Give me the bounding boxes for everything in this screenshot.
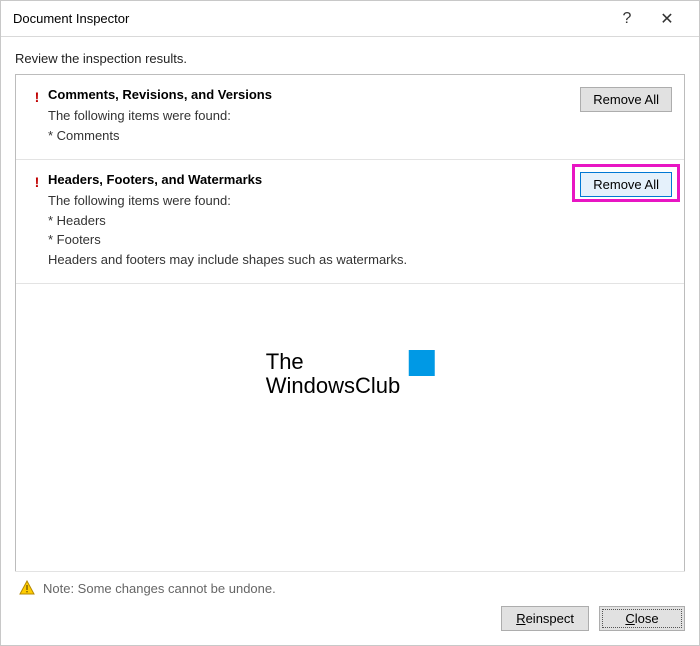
subtitle: Review the inspection results. bbox=[15, 51, 685, 66]
section-item: * Headers bbox=[48, 211, 554, 231]
section-title: Comments, Revisions, and Versions bbox=[48, 87, 554, 102]
footer-note-text: Note: Some changes cannot be undone. bbox=[43, 581, 276, 596]
close-button[interactable]: ✕ bbox=[647, 9, 687, 29]
warning-icon bbox=[19, 580, 35, 596]
results-panel: ! Comments, Revisions, and Versions The … bbox=[15, 74, 685, 571]
watermark: The WindowsClub bbox=[266, 350, 435, 398]
titlebar: Document Inspector ? ✕ bbox=[1, 1, 699, 37]
section-title: Headers, Footers, and Watermarks bbox=[48, 172, 554, 187]
help-button[interactable]: ? bbox=[607, 10, 647, 28]
footer-note: Note: Some changes cannot be undone. bbox=[15, 572, 685, 606]
remove-all-button-headers[interactable]: Remove All bbox=[580, 172, 672, 197]
close-dialog-button[interactable]: Close bbox=[599, 606, 685, 631]
content-area: Review the inspection results. ! Comment… bbox=[1, 37, 699, 606]
button-row: Reinspect Close bbox=[1, 606, 699, 645]
alert-icon: ! bbox=[26, 87, 48, 145]
alert-icon: ! bbox=[26, 172, 48, 269]
section-intro: The following items were found: bbox=[48, 106, 554, 126]
section-comments: ! Comments, Revisions, and Versions The … bbox=[16, 75, 684, 160]
dialog-title: Document Inspector bbox=[13, 11, 607, 26]
section-note: Headers and footers may include shapes s… bbox=[48, 250, 554, 270]
watermark-logo-icon bbox=[408, 350, 434, 376]
reinspect-button[interactable]: Reinspect bbox=[501, 606, 589, 631]
remove-all-button-comments[interactable]: Remove All bbox=[580, 87, 672, 112]
section-item: * Comments bbox=[48, 126, 554, 146]
section-headers-footers: ! Headers, Footers, and Watermarks The f… bbox=[16, 160, 684, 284]
watermark-text-line2: WindowsClub bbox=[266, 374, 401, 398]
watermark-text-line1: The bbox=[266, 350, 401, 374]
section-intro: The following items were found: bbox=[48, 191, 554, 211]
section-item: * Footers bbox=[48, 230, 554, 250]
